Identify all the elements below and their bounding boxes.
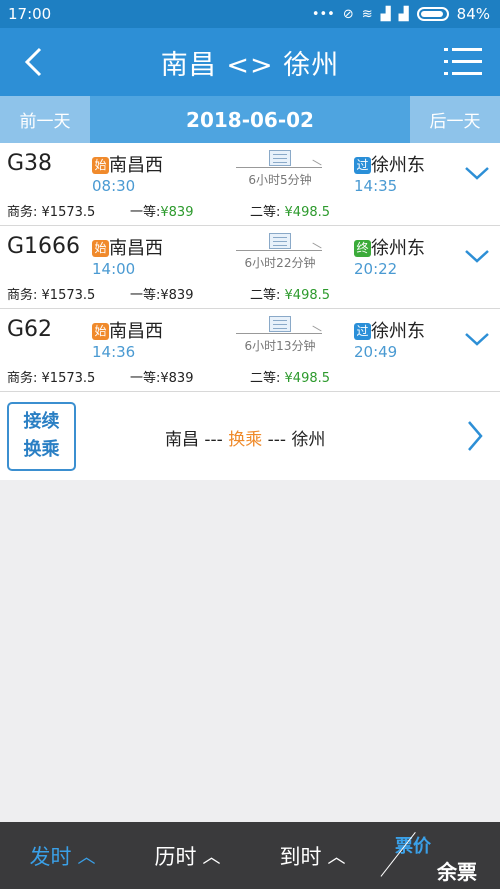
duration-text: 6小时13分钟 [244, 339, 316, 353]
chevron-down-icon[interactable] [464, 248, 490, 264]
duration-block: 6小时22分钟 [234, 232, 326, 272]
sort-bar: 发时 ︿ 历时 ︿ 到时 ︿ 票价 余票 [0, 822, 500, 889]
status-time: 17:00 [8, 5, 52, 23]
duration-block: 6小时5分钟 [234, 149, 326, 189]
first-class-price: 一等:¥839 [130, 205, 194, 220]
from-station: 始南昌西 [92, 317, 163, 343]
arrival-time: 20:49 [354, 343, 398, 361]
chevron-down-icon[interactable] [464, 331, 490, 347]
departure-time: 14:00 [92, 260, 136, 278]
train-row[interactable]: G1666 始南昌西 14:00 6小时22分钟 终徐州东 20:22 商务: … [0, 226, 500, 309]
route-line [236, 250, 322, 251]
stop-badge: 过 [354, 157, 371, 174]
date-display[interactable]: 2018-06-02 [90, 108, 410, 132]
business-price: 商务: ¥1573.5 [7, 205, 96, 220]
chevron-down-icon[interactable] [464, 165, 490, 181]
prev-day-button[interactable]: 前一天 [0, 96, 90, 143]
duration-text: 6小时5分钟 [248, 173, 312, 187]
battery-level: 84% [456, 5, 490, 23]
train-number: G1666 [7, 234, 81, 259]
wifi-icon: ≋ [361, 6, 373, 22]
timetable-icon[interactable] [269, 150, 291, 166]
departure-time: 08:30 [92, 177, 136, 195]
signal-icon: ▟ [380, 6, 391, 22]
second-class-price: 二等: ¥498.5 [250, 371, 331, 386]
stop-badge: 过 [354, 323, 371, 340]
sort-price-remaining-button[interactable]: 票价 余票 [375, 822, 500, 889]
transfer-route: 南昌 --- 换乘 --- 徐州 [165, 430, 326, 450]
origin-badge: 始 [92, 240, 109, 257]
train-number: G62 [7, 317, 53, 342]
page-title: 南昌 <> 徐州 [160, 49, 340, 81]
arrow-icon [312, 242, 322, 249]
first-class-price: 一等:¥839 [130, 371, 194, 386]
from-station: 始南昌西 [92, 151, 163, 177]
date-bar: 前一天 2018-06-02 后一天 [0, 96, 500, 143]
business-price: 商务: ¥1573.5 [7, 371, 96, 386]
origin-badge: 始 [92, 323, 109, 340]
sort-duration-button[interactable]: 历时 ︿ [125, 822, 250, 889]
chevron-up-icon: ︿ [77, 846, 96, 868]
battery-icon [416, 7, 449, 21]
train-number: G38 [7, 151, 53, 176]
route-line [236, 167, 322, 168]
chevron-left-icon [24, 47, 42, 77]
sort-arrive-button[interactable]: 到时 ︿ [250, 822, 375, 889]
back-button[interactable] [14, 42, 54, 82]
first-class-price: 一等:¥839 [130, 288, 194, 303]
arrival-time: 14:35 [354, 177, 398, 195]
next-day-button[interactable]: 后一天 [410, 96, 500, 143]
chevron-right-icon[interactable] [466, 419, 484, 453]
sort-depart-button[interactable]: 发时 ︿ [0, 822, 125, 889]
second-class-price: 二等: ¥498.5 [250, 288, 331, 303]
stop-badge: 终 [354, 240, 371, 257]
timetable-icon[interactable] [269, 233, 291, 249]
timetable-icon[interactable] [269, 316, 291, 332]
to-station: 过徐州东 [354, 151, 425, 177]
menu-icon [452, 48, 482, 51]
status-bar: 17:00 ••• ⊘ ≋ ▟ ▟ 84% [0, 0, 500, 28]
transfer-row[interactable]: 接续 换乘 南昌 --- 换乘 --- 徐州 [0, 392, 500, 480]
duration-block: 6小时13分钟 [234, 315, 326, 355]
arrow-icon [312, 325, 322, 332]
arrival-time: 20:22 [354, 260, 398, 278]
train-row[interactable]: G38 始南昌西 08:30 6小时5分钟 过徐州东 14:35 商务: ¥15… [0, 143, 500, 226]
header: 南昌 <> 徐州 [0, 28, 500, 96]
route-line [236, 333, 322, 334]
status-icons: ••• ⊘ ≋ ▟ ▟ 84% [312, 5, 490, 23]
origin-badge: 始 [92, 157, 109, 174]
second-class-price: 二等: ¥498.5 [250, 205, 331, 220]
business-price: 商务: ¥1573.5 [7, 288, 96, 303]
from-station: 始南昌西 [92, 234, 163, 260]
signal-icon: ▟ [398, 6, 409, 22]
arrow-icon [312, 159, 322, 166]
menu-button[interactable] [444, 44, 482, 80]
train-row[interactable]: G62 始南昌西 14:36 6小时13分钟 过徐州东 20:49 商务: ¥1… [0, 309, 500, 392]
transfer-button[interactable]: 接续 换乘 [7, 402, 76, 471]
alarm-off-icon: ⊘ [342, 6, 354, 22]
to-station: 过徐州东 [354, 317, 425, 343]
chevron-up-icon: ︿ [202, 846, 221, 868]
train-list: G38 始南昌西 08:30 6小时5分钟 过徐州东 14:35 商务: ¥15… [0, 143, 500, 480]
chevron-up-icon: ︿ [327, 846, 346, 868]
departure-time: 14:36 [92, 343, 136, 361]
dots-icon: ••• [311, 6, 335, 22]
duration-text: 6小时22分钟 [244, 256, 316, 270]
to-station: 终徐州东 [354, 234, 425, 260]
